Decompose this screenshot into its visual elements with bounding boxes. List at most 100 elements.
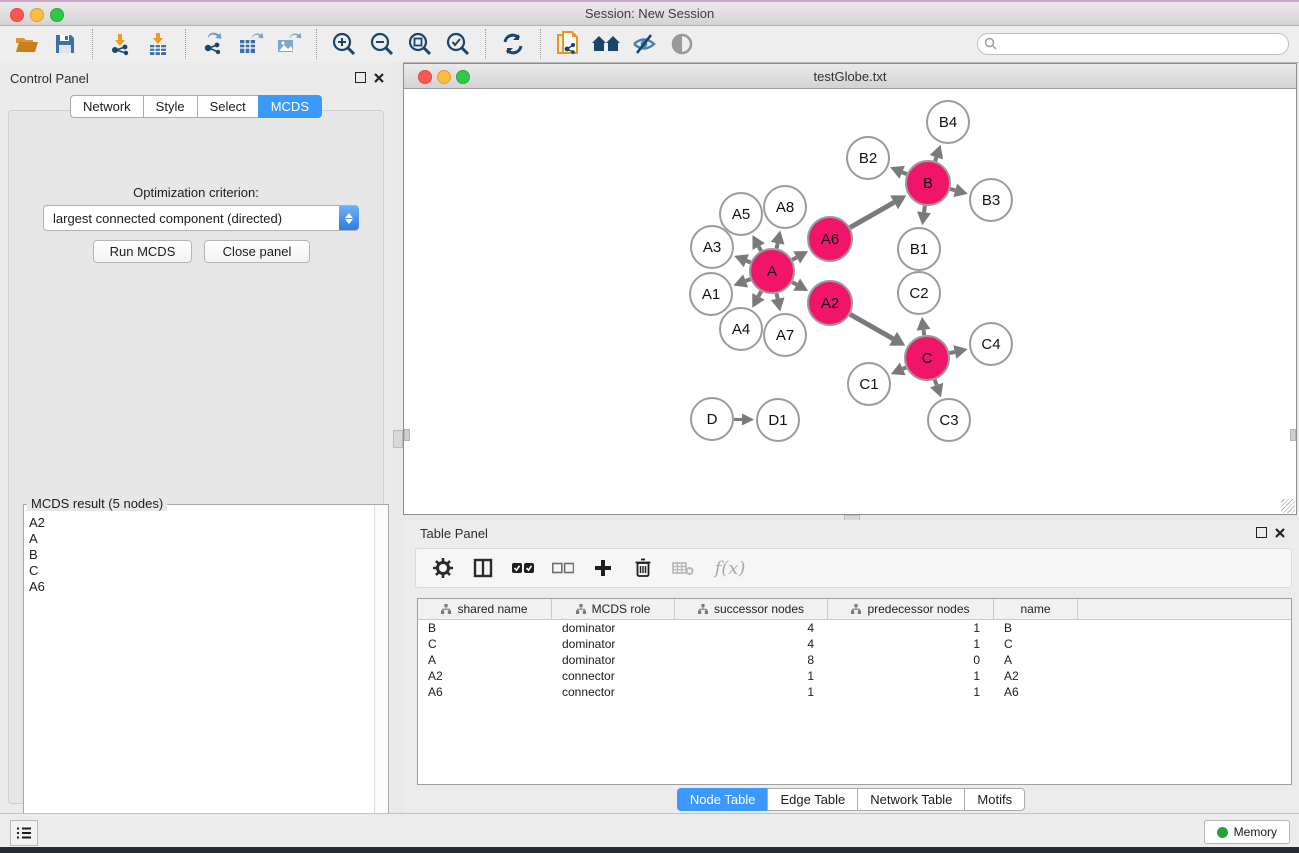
table-cell[interactable]: 1 [828,685,994,699]
table-cell[interactable]: 1 [828,669,994,683]
close-panel-icon[interactable] [374,73,384,83]
table-cell[interactable]: 4 [675,621,828,635]
table-cell[interactable]: 8 [675,653,828,667]
zoom-fit-button[interactable] [401,29,439,59]
table-cell[interactable]: 4 [675,637,828,651]
table-row[interactable]: Cdominator41C [418,636,1291,652]
column-header-shared-name[interactable]: shared name [418,599,552,619]
graph-edge-B-B3[interactable] [950,189,955,190]
table-settings-button[interactable] [428,553,458,583]
tab-mcds[interactable]: MCDS [258,95,322,118]
column-header-predecessor-nodes[interactable]: predecessor nodes [828,599,994,619]
delete-column-button[interactable] [628,553,658,583]
column-header-successor-nodes[interactable]: successor nodes [675,599,828,619]
table-row[interactable]: A6connector11A6 [418,684,1291,700]
table-cell[interactable]: A2 [418,669,552,683]
import-table-button[interactable] [139,29,177,59]
table-cell[interactable]: A6 [994,685,1078,699]
close-panel-button[interactable]: Close panel [204,240,310,263]
graph-edge-A-A6[interactable] [792,257,797,260]
table-cell[interactable]: 0 [828,653,994,667]
graph-edge-A-A5[interactable] [759,247,761,251]
table-cell[interactable]: A2 [994,669,1078,683]
table-cell[interactable]: B [994,621,1078,635]
table-tab-node-table[interactable]: Node Table [677,788,768,811]
result-item[interactable]: A [29,531,375,547]
tab-select[interactable]: Select [197,95,258,118]
vertical-splitter-handle[interactable] [393,430,403,448]
deselect-all-button[interactable] [548,553,578,583]
zoom-out-button[interactable] [363,29,401,59]
function-builder-button[interactable]: f(x) [708,553,752,583]
vertical-splitter[interactable] [392,62,403,813]
table-cell[interactable]: 1 [828,621,994,635]
table-cell[interactable]: dominator [552,637,675,651]
graph-edge-C-C2[interactable] [924,330,925,335]
export-table-button[interactable] [232,29,270,59]
table-cell[interactable]: A [994,653,1078,667]
tab-style[interactable]: Style [143,95,197,118]
criterion-select[interactable]: largest connected component (directed) [43,205,359,231]
column-header-name[interactable]: name [994,599,1078,619]
table-cell[interactable]: B [418,621,552,635]
table-row[interactable]: A2connector11A2 [418,668,1291,684]
zoom-selected-button[interactable] [439,29,477,59]
graph-edge-A-A1[interactable] [746,279,751,281]
result-item[interactable]: A2 [29,515,375,531]
graph-edge-A-A7[interactable] [777,294,778,299]
graph-edge-C-C1[interactable] [903,367,906,368]
table-cell[interactable]: C [418,637,552,651]
column-selector-button[interactable] [468,553,498,583]
graph-edge-B-B4[interactable] [935,157,936,161]
table-row[interactable]: Bdominator41B [418,620,1291,636]
memory-button[interactable]: Memory [1204,820,1290,844]
table-cell[interactable]: 1 [675,669,828,683]
table-cell[interactable]: C [994,637,1078,651]
table-row[interactable]: Adominator80A [418,652,1291,668]
save-session-button[interactable] [46,29,84,59]
graph-edge-A-A8[interactable] [777,243,778,248]
refresh-button[interactable] [494,29,532,59]
graph-edge-C-C4[interactable] [949,352,954,353]
graph-edge-B-B1[interactable] [924,206,925,213]
clear-table-button[interactable] [668,553,698,583]
zoom-in-button[interactable] [325,29,363,59]
result-item[interactable]: A6 [29,579,375,595]
table-close-panel-icon[interactable] [1275,528,1285,538]
table-cell[interactable]: 1 [828,637,994,651]
table-float-panel-icon[interactable] [1256,527,1267,538]
table-cell[interactable]: connector [552,685,675,699]
table-cell[interactable]: A6 [418,685,552,699]
table-cell[interactable]: 1 [675,685,828,699]
graph-edge-A-A3[interactable] [746,261,750,263]
task-history-button[interactable] [10,820,38,846]
import-network-button[interactable] [101,29,139,59]
graph-edge-A-A2[interactable] [792,282,797,285]
graph-edge-A6-B[interactable] [850,202,894,227]
select-all-button[interactable] [508,553,538,583]
graph-edge-C-C3[interactable] [935,380,937,385]
table-cell[interactable]: connector [552,669,675,683]
add-column-button[interactable] [588,553,618,583]
export-image-button[interactable] [270,29,308,59]
network-canvas[interactable]: B4B2BB3A5A8A6A3B1AA1C2A2A4A7C4CC1DD1C3 [404,89,1296,514]
search-input[interactable] [977,33,1289,55]
table-tab-motifs[interactable]: Motifs [964,788,1025,811]
tab-network[interactable]: Network [70,95,143,118]
run-mcds-button[interactable]: Run MCDS [93,240,192,263]
first-neighbors-button[interactable] [587,29,625,59]
result-list-scrollbar[interactable] [374,505,388,843]
table-tab-network-table[interactable]: Network Table [857,788,964,811]
result-item[interactable]: B [29,547,375,563]
graph-edge-A-A4[interactable] [758,291,761,296]
result-item[interactable]: C [29,563,375,579]
show-all-button[interactable] [663,29,701,59]
graph-edge-B-B2[interactable] [902,172,907,174]
resize-grip-icon[interactable] [1281,499,1295,513]
graph-edge-A2-C[interactable] [850,314,893,338]
hide-selected-button[interactable] [625,29,663,59]
table-cell[interactable]: dominator [552,653,675,667]
table-cell[interactable]: A [418,653,552,667]
column-header-MCDS-role[interactable]: MCDS role [552,599,675,619]
table-cell[interactable]: dominator [552,621,675,635]
